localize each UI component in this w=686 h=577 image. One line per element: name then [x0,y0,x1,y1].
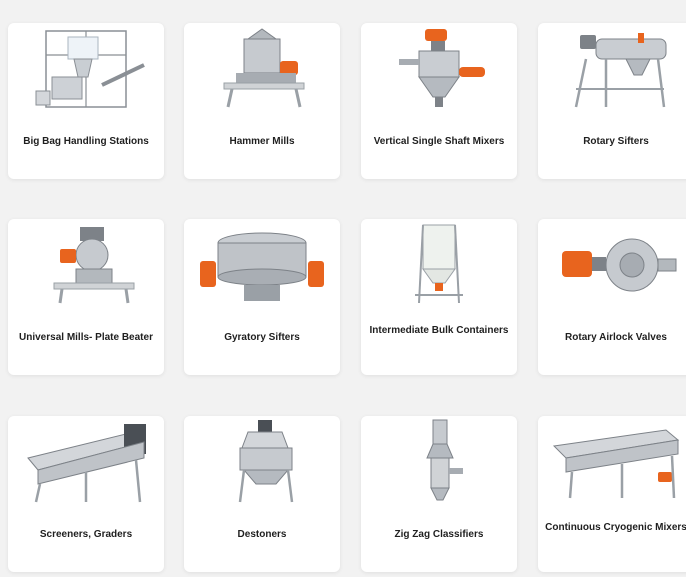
destoner-icon [184,416,340,508]
product-grid: Big Bag Handling Stations Hammer Mills V… [8,23,686,577]
cryogenic-mixer-icon [538,416,686,508]
product-label: Continuous Cryogenic Mixers [545,522,686,533]
product-label: Destoners [237,529,287,540]
product-card-zig-zag-classifiers[interactable]: Zig Zag Classifiers [361,416,517,572]
product-label: Rotary Sifters [583,136,649,147]
product-label: Screeners, Graders [39,529,133,540]
product-label: Vertical Single Shaft Mixers [373,136,505,147]
product-card-universal-mills-plate-beater[interactable]: Universal Mills- Plate Beater [8,219,164,375]
product-card-hammer-mills[interactable]: Hammer Mills [184,23,340,179]
product-card-rotary-airlock-valves[interactable]: Rotary Airlock Valves [538,219,686,375]
airlock-valve-icon [538,219,686,311]
product-label: Hammer Mills [229,136,295,147]
product-card-big-bag-handling-stations[interactable]: Big Bag Handling Stations [8,23,164,179]
product-card-screeners-graders[interactable]: Screeners, Graders [8,416,164,572]
product-label: Universal Mills- Plate Beater [19,332,153,343]
product-card-intermediate-bulk-containers[interactable]: Intermediate Bulk Containers [361,219,517,375]
big-bag-station-icon [8,23,164,115]
rotary-sifter-icon [538,23,686,115]
product-card-rotary-sifters[interactable]: Rotary Sifters [538,23,686,179]
universal-mill-icon [8,219,164,311]
product-card-continuous-cryogenic-mixers[interactable]: Continuous Cryogenic Mixers [538,416,686,572]
product-label: Gyratory Sifters [224,332,300,343]
product-card-destoners[interactable]: Destoners [184,416,340,572]
product-card-vertical-single-shaft-mixers[interactable]: Vertical Single Shaft Mixers [361,23,517,179]
screener-icon [8,416,164,508]
product-label: Intermediate Bulk Containers [369,325,509,336]
bulk-container-icon [361,219,517,311]
vertical-mixer-icon [361,23,517,115]
product-label: Zig Zag Classifiers [394,529,484,540]
product-label: Rotary Airlock Valves [565,332,667,343]
zigzag-classifier-icon [361,416,517,508]
product-label: Big Bag Handling Stations [23,136,149,147]
gyratory-sifter-icon [184,219,340,311]
product-card-gyratory-sifters[interactable]: Gyratory Sifters [184,219,340,375]
hammer-mill-icon [184,23,340,115]
